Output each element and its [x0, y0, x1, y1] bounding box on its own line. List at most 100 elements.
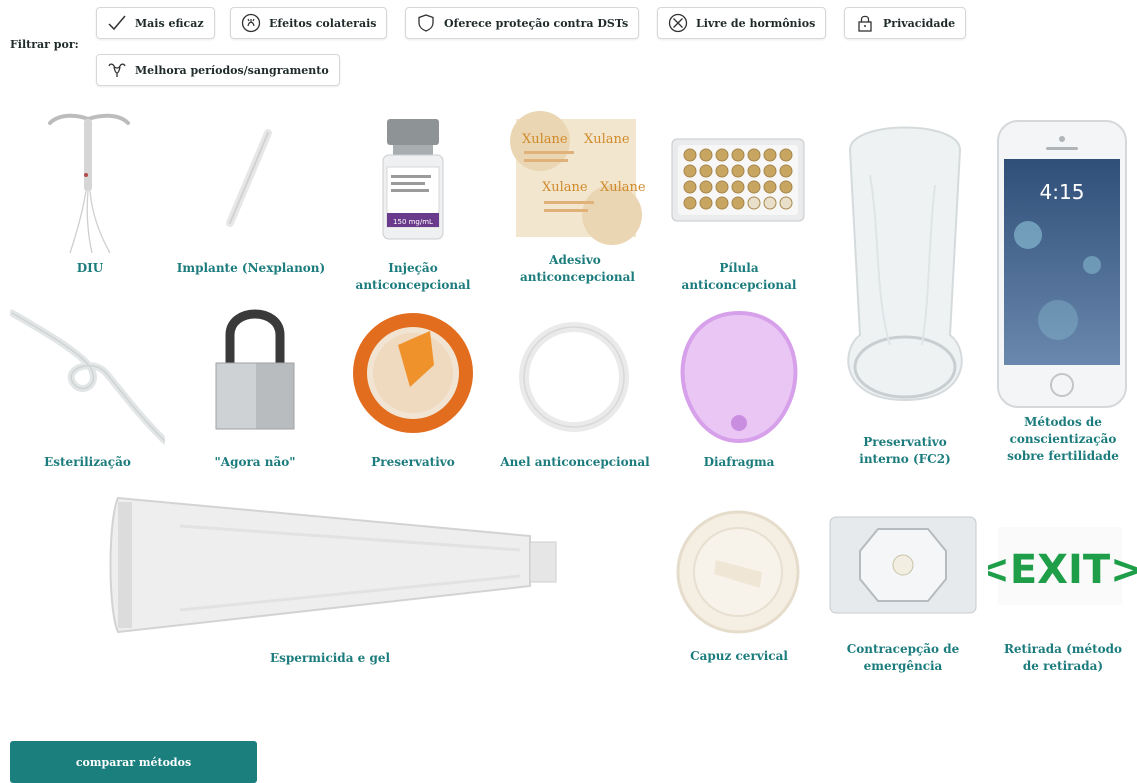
diaphragm-image	[680, 310, 798, 444]
condom-image	[353, 313, 473, 433]
pill-blister	[779, 164, 793, 178]
filter-chip-label: Oferece proteção contra DSTs	[444, 16, 629, 30]
filter-chip-hormone-free[interactable]: Livre de hormônios	[657, 7, 827, 39]
method-tile-patch[interactable]: Xulane Xulane Xulane Xulane Adesivo anti…	[500, 105, 650, 295]
pill-blister	[699, 164, 713, 178]
svg-text:<EXIT>: <EXIT>	[988, 547, 1137, 593]
pill-blister	[779, 180, 793, 194]
filter-chip-label: Livre de hormônios	[696, 16, 816, 30]
filter-label: Filtrar por:	[10, 38, 79, 51]
pill-blister	[779, 196, 793, 210]
svg-text:4:15: 4:15	[1040, 180, 1085, 204]
method-tile-condom[interactable]: Preservativo	[338, 305, 488, 475]
method-tile-fertility-awareness[interactable]: 4:15 Métodos de conscientização sobre fe…	[988, 115, 1137, 470]
method-label: Adesivo anticoncepcional	[520, 253, 635, 284]
method-label: "Agora não"	[214, 455, 296, 469]
pill-blister	[715, 180, 729, 194]
cervical-cap-image	[676, 510, 800, 634]
pill-blister	[731, 196, 745, 210]
method-label: Anel anticoncepcional	[500, 455, 650, 469]
tied-cord-image	[10, 309, 165, 445]
method-tile-pill[interactable]: Pílula anticoncepcional	[664, 105, 814, 292]
filter-chip-improves-periods[interactable]: Melhora períodos/sangramento	[96, 54, 340, 86]
internal-condom-image	[847, 126, 963, 402]
filter-chip-label: Efeitos colaterais	[269, 16, 377, 30]
compare-methods-button[interactable]: comparar métodos	[10, 741, 257, 783]
pill-blister	[715, 148, 729, 162]
patch-image: Xulane Xulane Xulane Xulane	[510, 111, 646, 245]
pill-blister	[715, 196, 729, 210]
method-label: Capuz cervical	[690, 649, 788, 663]
uterus-icon	[108, 63, 126, 77]
filter-chip-label: Melhora períodos/sangramento	[135, 63, 329, 77]
method-tile-implant[interactable]: Implante (Nexplanon)	[176, 105, 326, 275]
lock-icon	[858, 15, 872, 32]
method-label: Preservativo	[371, 455, 455, 469]
method-label: Espermicida e gel	[269, 651, 391, 665]
pill-blister	[731, 180, 745, 194]
method-label: Preservativo interno (FC2)	[859, 435, 951, 466]
method-tile-iud[interactable]: DIU	[40, 105, 140, 275]
pill-blister	[699, 196, 713, 210]
method-label: Injeção anticoncepcional	[355, 261, 471, 292]
injection-vial-image: 150 mg/mL	[382, 119, 444, 240]
pill-blister	[731, 164, 745, 178]
method-label: Implante (Nexplanon)	[176, 261, 326, 275]
svg-text:Xulane: Xulane	[600, 180, 646, 195]
check-icon	[108, 15, 126, 31]
method-label: DIU	[76, 261, 104, 275]
pill-blister	[747, 180, 761, 194]
pill-blister	[683, 164, 697, 178]
implant-image	[226, 129, 272, 227]
svg-text:150 mg/mL: 150 mg/mL	[393, 218, 433, 226]
method-tile-withdrawal[interactable]: <EXIT> Retirada (método de retirada)	[988, 515, 1137, 685]
filter-chip-privacy[interactable]: Privacidade	[844, 7, 967, 39]
side-effects-icon	[241, 13, 261, 33]
pill-blister	[763, 164, 777, 178]
method-tile-ring[interactable]: Anel anticoncepcional	[500, 305, 650, 475]
pill-blister	[763, 196, 777, 210]
filter-chip-side-effects[interactable]: Efeitos colaterais	[230, 7, 388, 39]
method-tile-not-now[interactable]: "Agora não"	[180, 305, 330, 475]
pill-blister	[779, 148, 793, 162]
pill-blister	[731, 148, 745, 162]
method-tile-emergency[interactable]: Contracepção de emergência	[828, 515, 978, 685]
ring-image	[519, 322, 629, 432]
iud-image	[48, 113, 130, 254]
svg-text:Xulane: Xulane	[584, 132, 630, 147]
method-label: Retirada (método de retirada)	[1003, 642, 1123, 673]
pill-pack-image	[671, 138, 805, 222]
method-tile-sterilization[interactable]: Esterilização	[10, 305, 165, 475]
method-tile-internal-condom[interactable]: Preservativo interno (FC2)	[830, 115, 980, 470]
tube-image	[109, 496, 557, 634]
pill-blister	[683, 196, 697, 210]
pill-blister	[699, 180, 713, 194]
method-tile-injection[interactable]: 150 mg/mL Injeção anticoncepcional	[333, 105, 493, 292]
method-label: Diafragma	[703, 455, 775, 469]
pill-blister	[747, 148, 761, 162]
no-hormones-icon	[668, 13, 688, 33]
method-label: Contracepção de emergência	[846, 642, 960, 673]
filter-chip-label: Privacidade	[883, 16, 956, 30]
method-tile-cervical-cap[interactable]: Capuz cervical	[664, 510, 814, 680]
emergency-pill-image	[829, 516, 977, 614]
svg-text:Xulane: Xulane	[542, 180, 588, 195]
pill-blister	[763, 180, 777, 194]
svg-text:Xulane: Xulane	[522, 132, 568, 147]
method-label: Pílula anticoncepcional	[681, 261, 797, 292]
filter-chip-std-protection[interactable]: Oferece proteção contra DSTs	[405, 7, 640, 39]
pill-blister	[715, 164, 729, 178]
method-label: Métodos de conscientização sobre fertili…	[1007, 415, 1119, 463]
method-label: Esterilização	[44, 455, 131, 469]
shield-icon	[418, 14, 434, 32]
exit-sign-image: <EXIT>	[988, 527, 1137, 605]
method-tile-spermicide[interactable]: Espermicida e gel	[60, 490, 600, 680]
pill-blister	[683, 180, 697, 194]
smartphone-image: 4:15	[997, 120, 1127, 408]
pill-blister	[747, 196, 761, 210]
method-tile-diaphragm[interactable]: Diafragma	[664, 305, 814, 475]
pill-blister	[747, 164, 761, 178]
filter-chip-most-effective[interactable]: Mais eficaz	[96, 7, 215, 39]
pill-blister	[763, 148, 777, 162]
pill-blister	[699, 148, 713, 162]
